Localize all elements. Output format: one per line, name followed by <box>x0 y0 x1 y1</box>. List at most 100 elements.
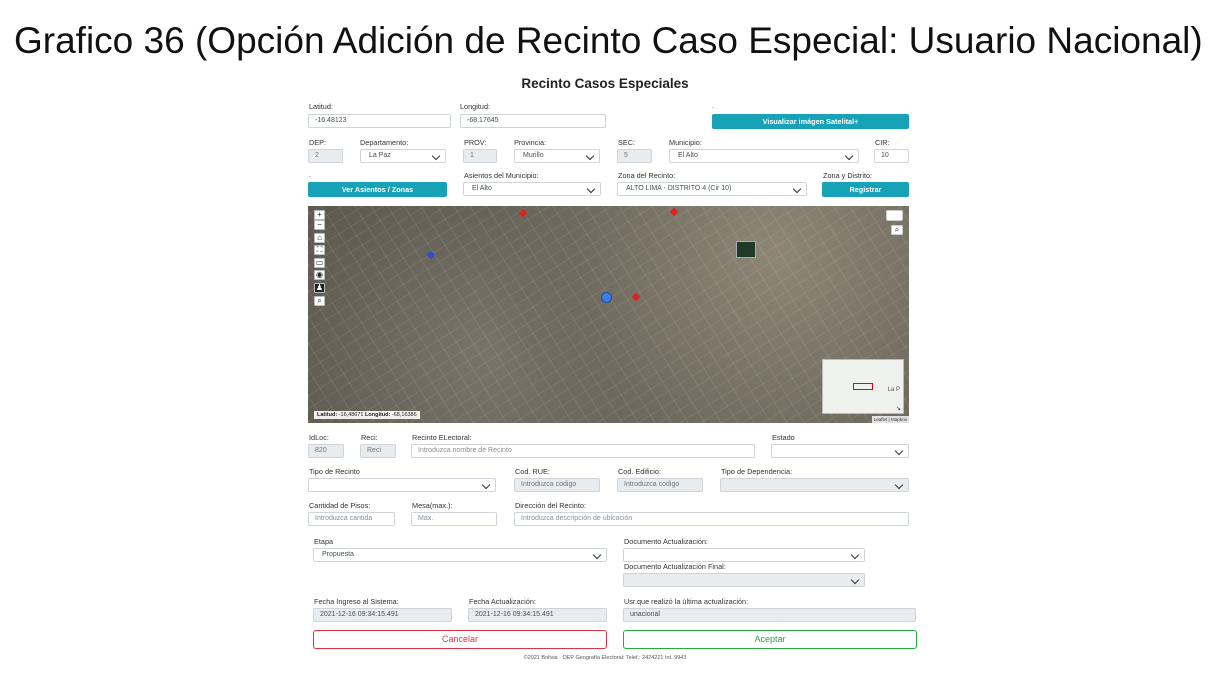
chevron-down-icon <box>792 184 802 194</box>
recinto-marker[interactable] <box>426 250 436 260</box>
etapa-label: Etapa <box>314 537 334 546</box>
map-coordinates: Latitud: -16,48671 Longitud: -68,16386 <box>314 411 420 419</box>
longitud-input[interactable]: -68.17645 <box>460 114 606 128</box>
cod-edificio-label: Cod. Edificio: <box>618 467 661 476</box>
ver-asientos-zonas-button[interactable]: Ver Asientos / Zonas <box>308 182 447 197</box>
location-pin-icon[interactable]: ◉ <box>314 270 325 280</box>
reci-input[interactable]: Reci <box>360 444 396 458</box>
chevron-down-icon <box>586 184 596 194</box>
prov-input[interactable]: 1 <box>463 149 497 163</box>
accept-button[interactable]: Aceptar <box>623 630 917 649</box>
search-icon[interactable]: ⌕ <box>314 296 325 306</box>
cod-rue-label: Cod. RUE: <box>515 467 550 476</box>
recinto-marker[interactable] <box>669 207 679 217</box>
asientos-value: El Alto <box>472 185 492 192</box>
direccion-label: Dirección del Recinto: <box>515 501 586 510</box>
minimap-viewport <box>853 383 873 390</box>
registrar-button[interactable]: Registrar <box>822 182 909 197</box>
usuario-input[interactable]: unacional <box>623 608 916 622</box>
recinto-electoral-input[interactable]: Introduzca nombre de Recinto <box>411 444 755 458</box>
layers-icon[interactable] <box>886 210 903 221</box>
asientos-label: Asientos del Municipio: <box>464 171 539 180</box>
asientos-select[interactable]: El Alto <box>463 182 601 196</box>
reci-label: Reci: <box>361 433 378 442</box>
fecha-ingreso-input[interactable]: 2021-12-16 09:34:15.491 <box>313 608 452 622</box>
direccion-input[interactable]: Introduzca descripción de ubicación <box>514 512 909 526</box>
cod-edificio-input[interactable]: Introduzca codigo <box>617 478 703 492</box>
longitud-label: Longitud: <box>460 102 491 111</box>
latitud-input[interactable]: -16.48123 <box>308 114 451 128</box>
documento-final-label: Documento Actualización Final: <box>624 562 726 571</box>
search-icon[interactable]: ⌕ <box>891 225 903 235</box>
cod-rue-input[interactable]: Introduzca codigo <box>514 478 600 492</box>
departamento-label: Departamento: <box>360 138 409 147</box>
visualizar-satelital-button[interactable]: Visualizar imágen Satelital+ <box>712 114 909 129</box>
recinto-marker[interactable] <box>631 292 641 302</box>
satellite-map[interactable]: + − ⌂ ⛶ ▭ ◉ ♟ ⌕ ⌕ La P ↘ Latitud: -16,48… <box>308 206 909 423</box>
chevron-down-icon <box>592 550 602 560</box>
sports-field <box>736 241 756 258</box>
minimap-city-label: La P <box>887 387 900 393</box>
zona-distrito-label: Zona y Distrito: <box>823 171 873 180</box>
chevron-down-icon <box>850 550 860 560</box>
spacer-label: . <box>712 101 715 110</box>
chevron-down-icon <box>850 575 860 585</box>
person-icon[interactable]: ♟ <box>314 283 325 293</box>
departamento-value: La Paz <box>369 152 391 159</box>
etapa-value: Propuesta <box>322 551 354 558</box>
home-icon[interactable]: ⌂ <box>314 233 325 243</box>
tipo-recinto-select[interactable] <box>308 478 496 492</box>
prov-label: PROV: <box>464 138 487 147</box>
chevron-down-icon <box>431 151 441 161</box>
zoom-in-button[interactable]: + <box>314 210 325 220</box>
latitud-label: Latitud: <box>309 102 333 111</box>
chevron-down-icon <box>894 446 904 456</box>
footer: ©2021 Bolivia · OEP Geografía Electoral:… <box>523 655 687 661</box>
dep-input[interactable]: 2 <box>308 149 343 163</box>
mesa-max-input[interactable]: Max. <box>411 512 497 526</box>
recinto-electoral-label: Recinto ELectoral: <box>412 433 472 442</box>
sec-label: SEC: <box>618 138 636 147</box>
dep-label: DEP: <box>309 138 327 147</box>
etapa-select[interactable]: Propuesta <box>313 548 607 562</box>
map-attribution[interactable]: Leaflet | Mapbox <box>871 416 909 423</box>
cir-label: CIR: <box>875 138 890 147</box>
documento-actualizacion-select[interactable] <box>623 548 865 562</box>
estado-select[interactable] <box>771 444 909 458</box>
minimap-toggle-icon[interactable]: ↘ <box>896 405 901 412</box>
form-title: Recinto Casos Especiales <box>521 76 689 91</box>
chevron-down-icon <box>585 151 595 161</box>
provincia-label: Provincia: <box>514 138 547 147</box>
estado-label: Estado <box>772 433 795 442</box>
recinto-marker[interactable] <box>518 208 528 218</box>
idloc-input[interactable]: 820 <box>308 444 344 458</box>
departamento-select[interactable]: La Paz <box>360 149 446 163</box>
usuario-label: Usr.que realizó la última actualización: <box>624 597 749 606</box>
municipio-label: Municipio: <box>669 138 702 147</box>
cir-input[interactable]: 10 <box>874 149 909 163</box>
selected-location-marker[interactable] <box>601 292 612 303</box>
documento-final-select[interactable] <box>623 573 865 587</box>
idloc-label: IdLoc: <box>309 433 329 442</box>
sec-input[interactable]: 5 <box>617 149 652 163</box>
fecha-actualizacion-label: Fecha Actualización: <box>469 597 536 606</box>
municipio-value: El Alto <box>678 152 698 159</box>
cancel-button[interactable]: Cancelar <box>313 630 607 649</box>
documento-actualizacion-label: Documento Actualización: <box>624 537 708 546</box>
tipo-dependencia-select[interactable] <box>720 478 909 492</box>
fullscreen-icon[interactable]: ⛶ <box>314 245 325 255</box>
slide-title: Grafico 36 (Opción Adición de Recinto Ca… <box>14 20 1203 61</box>
fecha-actualizacion-input[interactable]: 2021-12-16 09:34:15.491 <box>468 608 607 622</box>
tipo-recinto-label: Tipo de Recinto <box>309 467 360 476</box>
municipio-select[interactable]: El Alto <box>669 149 859 163</box>
chevron-down-icon <box>481 480 491 490</box>
cantidad-pisos-input[interactable]: Introduzca cantida <box>308 512 395 526</box>
zoom-out-button[interactable]: − <box>314 220 325 230</box>
fecha-ingreso-label: Fecha Ingreso al Sistema: <box>314 597 399 606</box>
tipo-dependencia-label: Tipo de Dependencia: <box>721 467 793 476</box>
provincia-select[interactable]: Murillo <box>514 149 600 163</box>
ruler-icon[interactable]: ▭ <box>314 258 325 268</box>
chevron-down-icon <box>844 151 854 161</box>
zona-select[interactable]: ALTO LIMA - DISTRITO 4 (Cir 10) <box>617 182 807 196</box>
minimap[interactable]: La P ↘ <box>822 359 904 414</box>
